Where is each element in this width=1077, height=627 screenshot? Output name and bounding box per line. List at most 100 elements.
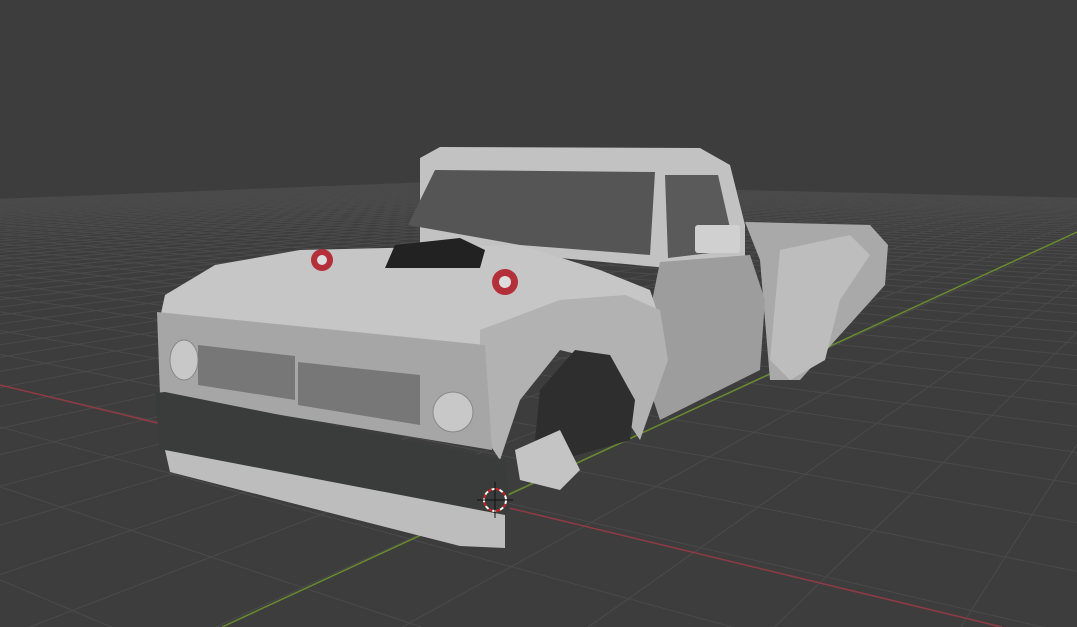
grid-line (0, 337, 43, 346)
grid-line (378, 212, 395, 215)
grid-line (395, 207, 411, 210)
grid-line (90, 217, 114, 220)
grid-line (833, 200, 850, 202)
grid-line (242, 247, 264, 251)
grid-line (239, 217, 260, 221)
grid-line (62, 291, 90, 297)
grid-line (921, 240, 953, 244)
grid-line (134, 258, 170, 264)
grid-line (873, 228, 900, 231)
grid-line (232, 209, 251, 212)
grid-line (700, 547, 827, 578)
grid-line (1055, 264, 1077, 267)
grid-line (823, 210, 843, 212)
grid-line (356, 221, 375, 224)
grid-line (847, 213, 869, 216)
grid-line (909, 234, 939, 238)
grid-line (254, 201, 270, 204)
grid-line (1032, 272, 1042, 279)
grid-line (96, 266, 120, 270)
grid-line (239, 198, 255, 201)
grid-line (169, 214, 190, 217)
grid-line (263, 249, 286, 253)
grid-line (175, 216, 197, 220)
grid-line (265, 202, 282, 205)
grid-line (45, 230, 75, 234)
grid-line (56, 266, 97, 272)
grid-line (291, 246, 314, 250)
grid-line (1041, 268, 1050, 274)
grid-line (909, 211, 931, 214)
grid-line (383, 202, 398, 205)
grid-line (950, 254, 987, 258)
grid-line (361, 198, 375, 201)
grid-line (915, 253, 951, 256)
grid-line (350, 198, 363, 200)
grid-line (216, 214, 237, 217)
grid-line (353, 195, 366, 197)
grid-line (219, 219, 240, 222)
grid-line (201, 209, 221, 212)
grid-line (112, 256, 149, 262)
grid-line (793, 217, 816, 220)
grid-line (853, 376, 930, 387)
grid-line (827, 212, 848, 215)
grid-line (212, 247, 243, 252)
grid-line (923, 224, 949, 227)
viewport-canvas[interactable] (0, 0, 1077, 627)
grid-line (136, 289, 166, 294)
3d-viewport[interactable] (0, 0, 1077, 627)
grid-line (1013, 326, 1077, 333)
grid-line (928, 386, 1012, 397)
grid-line (0, 240, 33, 244)
grid-line (69, 221, 94, 224)
grid-line (16, 224, 44, 228)
grid-line (304, 210, 321, 213)
grid-line (1025, 317, 1077, 323)
grid-line (139, 217, 162, 220)
grid-line (824, 392, 905, 405)
grid-line (1064, 216, 1077, 218)
grid-line (385, 199, 398, 201)
grid-line (309, 200, 324, 202)
grid-line (900, 237, 931, 240)
grid-line (398, 196, 411, 199)
grid-line (967, 228, 995, 231)
grid-line (889, 210, 910, 213)
grid-line (7, 343, 78, 357)
grid-line (130, 529, 212, 558)
grid-line (319, 201, 334, 204)
grid-line (284, 200, 299, 203)
grid-line (957, 263, 969, 269)
grid-line (0, 441, 55, 456)
grid-line (1066, 341, 1077, 344)
grid-line (0, 579, 73, 611)
grid-line (109, 213, 131, 216)
grid-line (163, 211, 183, 214)
grid-line (750, 210, 770, 212)
grid-line (779, 212, 800, 215)
grid-line (109, 286, 137, 291)
grid-line (286, 211, 305, 214)
grid-line (947, 209, 968, 211)
grid-line (873, 492, 913, 531)
grid-line (269, 245, 292, 248)
grid-line (54, 217, 78, 220)
grid-line (217, 234, 244, 238)
grid-line (1048, 268, 1077, 272)
grid-line (961, 222, 987, 225)
grid-line (956, 217, 980, 220)
grid-line (257, 200, 273, 203)
grid-line (757, 202, 774, 204)
grid-line (147, 253, 182, 258)
grid-line (234, 249, 264, 254)
grid-line (191, 246, 222, 250)
grid-line (757, 204, 775, 206)
grid-line (164, 231, 191, 235)
grid-line (369, 203, 384, 206)
grid-line (388, 234, 411, 238)
grid-line (904, 386, 930, 405)
grid-line (368, 205, 383, 207)
grid-line (338, 197, 352, 200)
grid-line (53, 418, 148, 443)
